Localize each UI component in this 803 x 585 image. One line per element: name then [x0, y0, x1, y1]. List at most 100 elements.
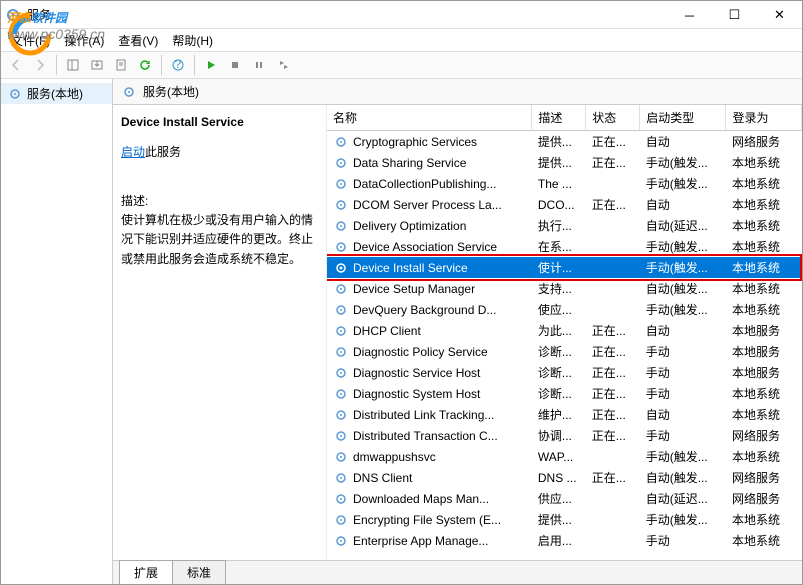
cell-desc: 维护... [532, 404, 586, 425]
service-row[interactable]: Data Sharing Service提供...正在...手动(触发...本地… [327, 152, 802, 173]
services-list[interactable]: 名称 描述 状态 启动类型 登录为 Cryptographic Services… [327, 105, 802, 560]
menu-action[interactable]: 操作(A) [60, 30, 108, 51]
service-row[interactable]: DHCP Client为此...正在...自动本地服务 [327, 320, 802, 341]
col-name[interactable]: 名称 [327, 105, 532, 131]
cell-desc: DCO... [532, 194, 586, 215]
minimize-button[interactable]: ─ [667, 1, 712, 29]
service-row[interactable]: Diagnostic System Host诊断...正在...手动本地系统 [327, 383, 802, 404]
forward-button[interactable] [29, 54, 51, 76]
cell-desc: 提供... [532, 152, 586, 173]
cell-startup: 自动(延迟... [640, 488, 726, 509]
cell-startup: 手动(触发... [640, 236, 726, 257]
cell-startup: 手动(触发... [640, 299, 726, 320]
watermark-logo-icon [7, 11, 53, 57]
cell-name: Diagnostic Service Host [327, 362, 532, 383]
tree-root-services[interactable]: 服务(本地) [1, 83, 112, 104]
menu-bar: 文件(F) 操作(A) 查看(V) 帮助(H) [1, 29, 802, 51]
right-header-title: 服务(本地) [143, 83, 199, 100]
service-row[interactable]: DevQuery Background D...使应...手动(触发...本地系… [327, 299, 802, 320]
tab-standard[interactable]: 标准 [172, 560, 226, 584]
col-logon[interactable]: 登录为 [726, 105, 802, 131]
titlebar: 服务 ─ ☐ ✕ [1, 1, 802, 29]
cell-desc: 诊断... [532, 383, 586, 404]
service-row[interactable]: Device Association Service在系...手动(触发...本… [327, 236, 802, 257]
cell-logon: 网络服务 [726, 488, 802, 509]
service-row[interactable]: Downloaded Maps Man...供应...自动(延迟...网络服务 [327, 488, 802, 509]
service-row[interactable]: DataCollectionPublishing...The ...手动(触发.… [327, 173, 802, 194]
refresh-button[interactable] [134, 54, 156, 76]
cell-startup: 手动(触发... [640, 509, 726, 530]
cell-logon: 本地系统 [726, 215, 802, 236]
cell-name: Enterprise App Manage... [327, 530, 532, 551]
cell-startup: 手动(触发... [640, 173, 726, 194]
service-row[interactable]: dmwappushsvcWAP...手动(触发...本地系统 [327, 446, 802, 467]
cell-status: 正在... [586, 362, 640, 383]
cell-logon: 本地系统 [726, 194, 802, 215]
col-startup[interactable]: 启动类型 [640, 105, 726, 131]
cell-logon: 本地系统 [726, 257, 802, 278]
cell-status [586, 215, 640, 236]
menu-help[interactable]: 帮助(H) [168, 30, 217, 51]
service-row[interactable]: Device Install Service使计...手动(触发...本地系统 [327, 257, 802, 278]
cell-startup: 手动 [640, 425, 726, 446]
cell-desc: WAP... [532, 446, 586, 467]
cell-startup: 自动 [640, 404, 726, 425]
cell-startup: 自动 [640, 320, 726, 341]
cell-name: Distributed Link Tracking... [327, 404, 532, 425]
restart-service-button[interactable] [272, 54, 294, 76]
tab-extended[interactable]: 扩展 [119, 560, 173, 584]
svg-text:?: ? [175, 58, 182, 71]
menu-view[interactable]: 查看(V) [114, 30, 162, 51]
cell-startup: 手动(触发... [640, 152, 726, 173]
service-row[interactable]: Enterprise App Manage...启用...手动本地系统 [327, 530, 802, 551]
cell-desc: 启用... [532, 530, 586, 551]
start-service-link[interactable]: 启动 [121, 145, 145, 159]
cell-desc: 诊断... [532, 362, 586, 383]
cell-name: DHCP Client [327, 320, 532, 341]
cell-name: dmwappushsvc [327, 446, 532, 467]
cell-name: Data Sharing Service [327, 152, 532, 173]
service-row[interactable]: Delivery Optimization执行...自动(延迟...本地系统 [327, 215, 802, 236]
col-status[interactable]: 状态 [586, 105, 640, 131]
cell-status: 正在... [586, 467, 640, 488]
properties-button[interactable] [110, 54, 132, 76]
cell-status [586, 509, 640, 530]
pause-service-button[interactable] [248, 54, 270, 76]
cell-startup: 手动 [640, 362, 726, 383]
stop-service-button[interactable] [224, 54, 246, 76]
cell-logon: 本地服务 [726, 362, 802, 383]
start-service-button[interactable] [200, 54, 222, 76]
selected-service-name: Device Install Service [121, 115, 318, 129]
cell-name: Cryptographic Services [327, 131, 532, 152]
cell-status: 正在... [586, 383, 640, 404]
export-button[interactable] [86, 54, 108, 76]
back-button[interactable] [5, 54, 27, 76]
maximize-button[interactable]: ☐ [712, 1, 757, 29]
service-row[interactable]: Distributed Transaction C...协调...正在...手动… [327, 425, 802, 446]
help-button[interactable]: ? [167, 54, 189, 76]
service-row[interactable]: Encrypting File System (E...提供...手动(触发..… [327, 509, 802, 530]
cell-startup: 自动(延迟... [640, 215, 726, 236]
tabs-bar: 扩展 标准 [113, 560, 802, 584]
service-row[interactable]: Distributed Link Tracking...维护...正在...自动… [327, 404, 802, 425]
cell-desc: 执行... [532, 215, 586, 236]
cell-startup: 手动 [640, 341, 726, 362]
cell-status [586, 257, 640, 278]
service-row[interactable]: DCOM Server Process La...DCO...正在...自动本地… [327, 194, 802, 215]
service-row[interactable]: Diagnostic Policy Service诊断...正在...手动本地服… [327, 341, 802, 362]
cell-logon: 网络服务 [726, 425, 802, 446]
cell-desc: 在系... [532, 236, 586, 257]
toolbar: ? [1, 51, 802, 79]
cell-status [586, 446, 640, 467]
show-hide-button[interactable] [62, 54, 84, 76]
cell-name: Device Install Service [327, 257, 532, 278]
service-row[interactable]: Cryptographic Services提供...正在...自动网络服务 [327, 131, 802, 153]
cell-status [586, 488, 640, 509]
close-button[interactable]: ✕ [757, 1, 802, 29]
cell-status [586, 299, 640, 320]
service-row[interactable]: Device Setup Manager支持...自动(触发...本地系统 [327, 278, 802, 299]
service-row[interactable]: DNS ClientDNS ...正在...自动(触发...网络服务 [327, 467, 802, 488]
service-row[interactable]: Diagnostic Service Host诊断...正在...手动本地服务 [327, 362, 802, 383]
col-desc[interactable]: 描述 [532, 105, 586, 131]
cell-name: DNS Client [327, 467, 532, 488]
